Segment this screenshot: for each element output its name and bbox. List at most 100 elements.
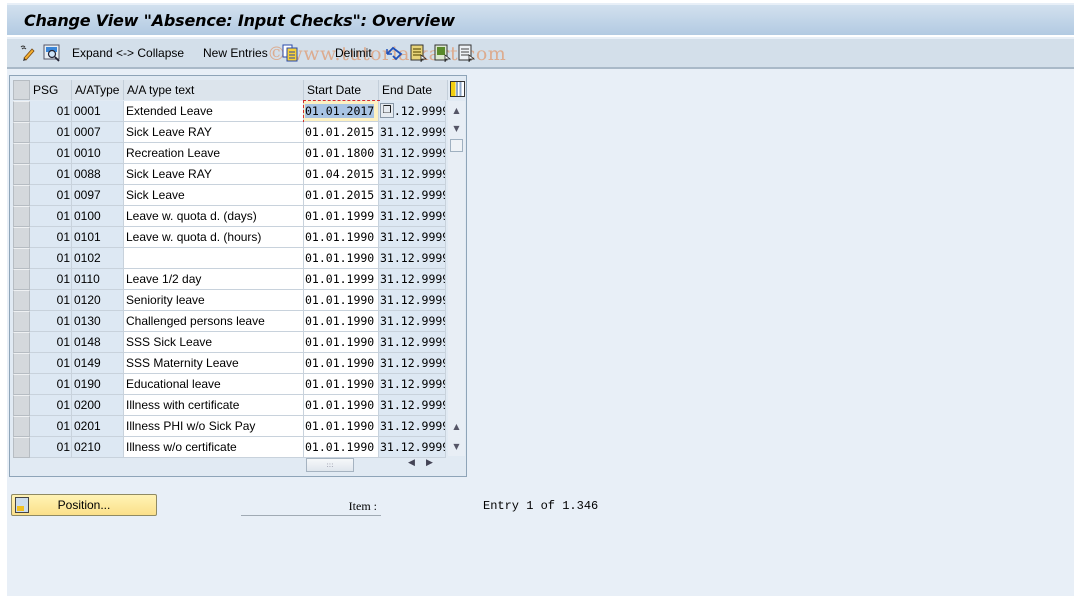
vertical-scrollbar[interactable]: ▲ ▼ ▲ ▼ <box>448 101 465 456</box>
detail-icon[interactable] <box>43 44 61 62</box>
row-selector[interactable] <box>13 185 30 206</box>
select-all-rows-button[interactable] <box>13 80 30 100</box>
column-header-end-date[interactable]: End Date <box>379 80 448 100</box>
table-row: 01 0088 Sick Leave RAY 01.04.2015 31.12.9999 <box>10 164 450 185</box>
row-selector[interactable] <box>13 143 30 164</box>
cell-aatype-text: Leave w. quota d. (hours) <box>124 227 304 248</box>
position-icon <box>15 497 29 513</box>
row-selector[interactable] <box>13 332 30 353</box>
row-selector[interactable] <box>13 416 30 437</box>
column-header-psg[interactable]: PSG <box>30 80 72 100</box>
row-selector[interactable] <box>13 227 30 248</box>
change-display-icon[interactable] <box>18 44 36 62</box>
table-row: 01 0148 SSS Sick Leave 01.01.1990 31.12.9999 <box>10 332 450 353</box>
cell-end-date: 31.12.9999 <box>379 122 446 143</box>
cell-start-date[interactable]: 01.01.1990 <box>304 311 379 332</box>
deselect-all-icon[interactable] <box>457 44 475 62</box>
expand-collapse-button[interactable]: Expand <-> Collapse <box>72 43 184 63</box>
horizontal-scrollbar-thumb[interactable]: ::: <box>306 458 354 472</box>
cell-end-date: 31.12.9999 <box>379 332 446 353</box>
scroll-page-down-icon[interactable]: ▼ <box>449 439 464 454</box>
cell-aatype: 0148 <box>72 332 124 353</box>
cell-psg: 01 <box>30 353 72 374</box>
table-row: 01 0007 Sick Leave RAY 01.01.2015 31.12.9999 <box>10 122 450 143</box>
cell-aatype-text: SSS Maternity Leave <box>124 353 304 374</box>
column-header-aatype-text[interactable]: A/A type text <box>124 80 304 100</box>
scroll-page-up-icon[interactable]: ▲ <box>449 419 464 434</box>
scroll-up-icon[interactable]: ▲ <box>449 103 464 118</box>
cell-aatype-text: Sick Leave RAY <box>124 164 304 185</box>
value-help-icon[interactable]: ❐ <box>380 103 394 118</box>
cell-start-date[interactable]: 01.01.1999 <box>304 206 379 227</box>
focused-date-value[interactable]: 01.01.2017 <box>305 104 375 118</box>
position-button-label: Position... <box>57 498 111 512</box>
copy-as-icon[interactable] <box>281 44 299 62</box>
row-selector[interactable] <box>13 122 30 143</box>
cell-aatype-text: SSS Sick Leave <box>124 332 304 353</box>
cell-psg: 01 <box>30 395 72 416</box>
cell-aatype: 0097 <box>72 185 124 206</box>
cell-psg: 01 <box>30 269 72 290</box>
table-row: 01 0110 Leave 1/2 day 01.01.1999 31.12.9999 <box>10 269 450 290</box>
cell-aatype: 0088 <box>72 164 124 185</box>
cell-aatype-text: Illness PHI w/o Sick Pay <box>124 416 304 437</box>
row-selector[interactable] <box>13 206 30 227</box>
column-header-start-date[interactable]: Start Date <box>304 80 379 100</box>
entry-counter: Entry 1 of 1.346 <box>483 499 599 513</box>
cell-aatype: 0001 <box>72 101 124 122</box>
cell-aatype: 0130 <box>72 311 124 332</box>
cell-start-date[interactable]: 01.01.1990 <box>304 332 379 353</box>
cell-psg: 01 <box>30 143 72 164</box>
row-selector[interactable] <box>13 290 30 311</box>
cell-start-date[interactable]: 01.01.1990 <box>304 290 379 311</box>
cell-start-date[interactable]: 01.04.2015 <box>304 164 379 185</box>
cell-start-date[interactable]: 01.01.1800 <box>304 143 379 164</box>
cell-start-date[interactable]: 01.01.1990 <box>304 353 379 374</box>
column-header-aatype[interactable]: A/AType <box>72 80 124 100</box>
cell-aatype: 0149 <box>72 353 124 374</box>
page-title: Change View "Absence: Input Checks": Ove… <box>24 11 455 30</box>
cell-start-date[interactable]: 01.01.1990 <box>304 374 379 395</box>
scroll-left-icon[interactable]: ◀ <box>408 458 415 468</box>
cell-start-date[interactable]: 01.01.1990 <box>304 395 379 416</box>
table-row: 01 0100 Leave w. quota d. (days) 01.01.1999… <box>10 206 450 227</box>
cell-start-date[interactable]: 01.01.2015 <box>304 185 379 206</box>
new-entries-button[interactable]: New Entries <box>203 43 268 63</box>
table-row: 01 0097 Sick Leave 01.01.2015 31.12.9999 <box>10 185 450 206</box>
scroll-down-icon[interactable]: ▼ <box>449 121 464 136</box>
cell-psg: 01 <box>30 164 72 185</box>
row-selector[interactable] <box>13 353 30 374</box>
row-selector[interactable] <box>13 374 30 395</box>
table-row: 01 0001 Extended Leave 01.01.2017 31.12.9999… <box>10 100 450 123</box>
row-selector[interactable] <box>13 395 30 416</box>
delimit-button[interactable]: Delimit <box>335 43 372 63</box>
row-selector[interactable] <box>13 248 30 269</box>
row-selector[interactable] <box>13 164 30 185</box>
cell-start-date[interactable]: 01.01.1990 <box>304 437 379 458</box>
cell-aatype-text: Leave w. quota d. (days) <box>124 206 304 227</box>
cell-start-date[interactable]: 01.01.1990 <box>304 248 379 269</box>
cell-aatype-text <box>124 248 304 269</box>
cell-psg: 01 <box>30 248 72 269</box>
cell-start-date[interactable]: 01.01.1990 <box>304 227 379 248</box>
undo-change-icon[interactable] <box>385 44 403 62</box>
scroll-right-icon[interactable]: ▶ <box>426 458 433 468</box>
cell-end-date: 31.12.9999 <box>379 227 446 248</box>
row-selector[interactable] <box>13 101 30 122</box>
column-configuration-icon[interactable] <box>450 81 465 97</box>
select-block-icon[interactable] <box>433 44 451 62</box>
cell-start-date[interactable]: 01.01.2015 <box>304 122 379 143</box>
cell-start-date[interactable]: 01.01.1999 <box>304 269 379 290</box>
horizontal-scrollbar[interactable]: ::: ◀ ▶ <box>306 458 446 473</box>
select-all-icon[interactable] <box>409 44 427 62</box>
table-row: 01 0200 Illness with certificate 01.01.1990… <box>10 395 450 416</box>
row-selector[interactable] <box>13 311 30 332</box>
cell-start-date[interactable]: 01.01.1990 <box>304 416 379 437</box>
cell-start-date[interactable]: 01.01.2017 <box>303 100 380 123</box>
cell-end-date: 31.12.9999 <box>379 206 446 227</box>
row-selector[interactable] <box>13 437 30 458</box>
position-button[interactable]: Position... <box>11 494 157 516</box>
scrollbar-thumb[interactable] <box>450 139 463 152</box>
cell-aatype: 0007 <box>72 122 124 143</box>
row-selector[interactable] <box>13 269 30 290</box>
